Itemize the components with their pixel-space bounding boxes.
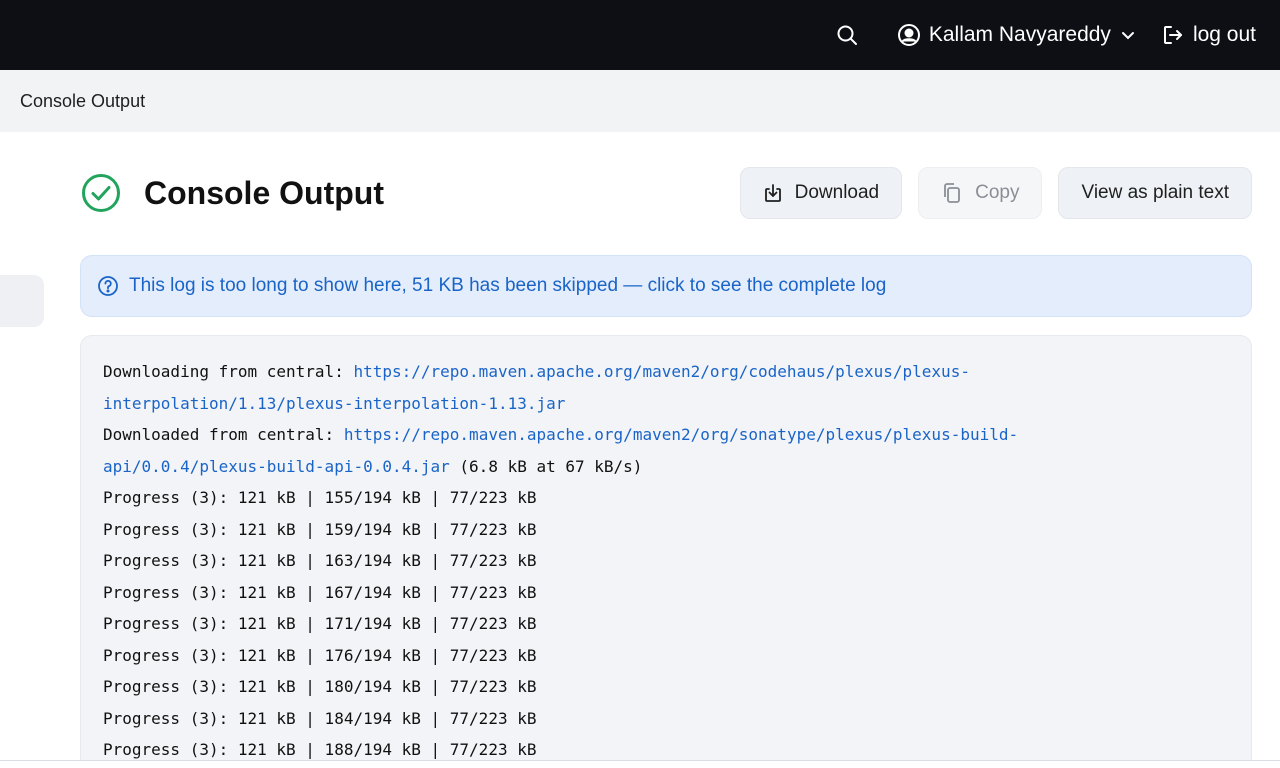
console-line-text: Progress (3): 121 kB | 180/194 kB | 77/2… xyxy=(103,677,537,696)
search-button[interactable] xyxy=(825,13,869,57)
page-title: Console Output xyxy=(144,174,384,211)
breadcrumb-item-console-output[interactable]: Console Output xyxy=(20,91,145,112)
logout-icon xyxy=(1163,26,1182,44)
console-line-text: Progress (3): 121 kB | 176/194 kB | 77/2… xyxy=(103,645,537,665)
chevron-down-icon xyxy=(1121,32,1134,40)
console-line-text: Progress (3): 121 kB | 167/194 kB | 77/2… xyxy=(103,582,537,602)
console-line: Progress (3): 121 kB | 180/194 kB | 77/2… xyxy=(103,671,1229,703)
download-button[interactable]: Download xyxy=(739,167,903,219)
console-line-suffix: (6.8 kB at 67 kB/s) xyxy=(449,456,643,476)
console-line: Progress (3): 121 kB | 176/194 kB | 77/2… xyxy=(103,640,1229,672)
console-line: Downloading from central: https://repo.m… xyxy=(103,356,1229,388)
console-link[interactable]: api/0.0.4/plexus-build-api-0.0.4.jar xyxy=(103,457,450,476)
console-line-text: Progress (3): 121 kB | 155/194 kB | 77/2… xyxy=(103,488,537,507)
console-line: api/0.0.4/plexus-build-api-0.0.4.jar (6.… xyxy=(103,451,1229,483)
console-line: Progress (3): 121 kB | 159/194 kB | 77/2… xyxy=(103,514,1229,546)
console-line-text: Progress (3): 121 kB | 163/194 kB | 77/2… xyxy=(103,551,537,570)
console-line: Progress (3): 121 kB | 184/194 kB | 77/2… xyxy=(103,703,1229,735)
console-line: Progress (3): 121 kB | 167/194 kB | 77/2… xyxy=(103,577,1229,609)
bottom-border xyxy=(0,760,1280,768)
logout-label: log out xyxy=(1192,23,1256,46)
console-line-text: Progress (3): 121 kB | 188/194 kB | 77/2… xyxy=(103,740,537,759)
user-circle-icon xyxy=(897,24,920,46)
view-plain-text-label: View as plain text xyxy=(1081,182,1229,203)
console-line: Progress (3): 121 kB | 171/194 kB | 77/2… xyxy=(103,608,1229,640)
console-link[interactable]: https://repo.maven.apache.org/maven2/org… xyxy=(353,362,970,381)
user-menu-button[interactable]: Kallam Navyareddy xyxy=(887,13,1145,57)
console-line: Progress (3): 121 kB | 163/194 kB | 77/2… xyxy=(103,545,1229,577)
view-plain-text-button[interactable]: View as plain text xyxy=(1058,167,1252,219)
console-line-text: Progress (3): 121 kB | 159/194 kB | 77/2… xyxy=(103,519,537,539)
console-line: Progress (3): 121 kB | 155/194 kB | 77/2… xyxy=(103,482,1229,514)
console-lines: Downloading from central: https://repo.m… xyxy=(103,356,1229,766)
copy-label: Copy xyxy=(975,182,1020,203)
search-icon xyxy=(837,25,857,45)
top-bar: Kallam Navyareddy log out xyxy=(0,0,1280,70)
page-header: Console Output Download Copy View as pla… xyxy=(80,165,1252,221)
console-line-text: Downloading from central: xyxy=(103,362,354,381)
banner-text: This log is too long to show here, 51 KB… xyxy=(129,275,887,296)
user-name: Kallam Navyareddy xyxy=(928,23,1111,46)
console-link[interactable]: https://repo.maven.apache.org/maven2/org… xyxy=(344,425,1018,444)
console-line-text: Progress (3): 121 kB | 184/194 kB | 77/2… xyxy=(103,708,537,728)
console-output: Downloading from central: https://repo.m… xyxy=(80,335,1252,768)
logout-button[interactable]: log out xyxy=(1149,13,1260,57)
skipped-log-banner[interactable]: This log is too long to show here, 51 KB… xyxy=(80,255,1252,317)
download-label: Download xyxy=(794,182,880,203)
console-line-text: Progress (3): 121 kB | 171/194 kB | 77/2… xyxy=(103,614,537,633)
copy-icon xyxy=(941,182,963,204)
download-icon xyxy=(763,183,783,203)
sidebar-item[interactable] xyxy=(0,275,44,327)
copy-button[interactable]: Copy xyxy=(918,167,1043,219)
question-circle-icon xyxy=(97,275,119,297)
console-line-text: Downloaded from central: xyxy=(103,425,344,444)
console-line: interpolation/1.13/plexus-interpolation-… xyxy=(103,388,1229,420)
action-buttons: Download Copy View as plain text xyxy=(739,167,1252,219)
breadcrumb: Console Output xyxy=(0,70,1280,132)
console-line: Downloaded from central: https://repo.ma… xyxy=(103,419,1229,451)
console-link[interactable]: interpolation/1.13/plexus-interpolation-… xyxy=(103,394,565,413)
success-check-icon xyxy=(80,172,122,214)
